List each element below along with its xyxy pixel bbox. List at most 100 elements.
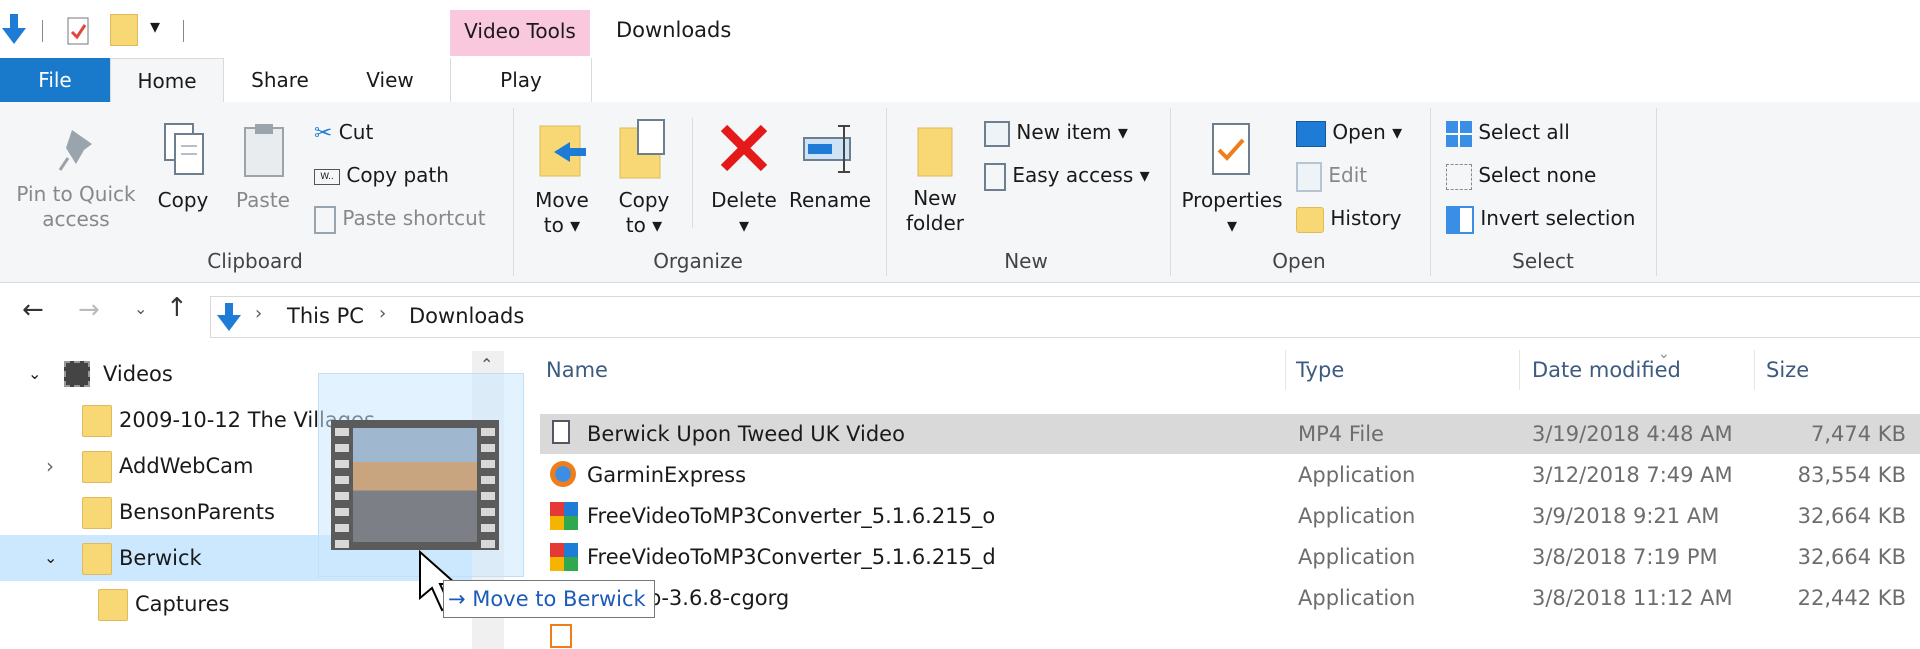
column-divider[interactable] [1754,350,1755,390]
history-label: History [1330,206,1402,230]
drag-tooltip-label: Move to Berwick [472,587,646,611]
new-folder-icon [917,127,953,177]
rename-button[interactable]: Rename [788,120,872,213]
delete-button[interactable]: Delete ▾ [708,120,780,238]
pdf-file-icon [550,624,572,648]
file-date: 3/8/2018 7:19 PM [1532,545,1718,569]
file-date: 3/8/2018 11:12 AM [1532,586,1733,610]
file-name: GarminExpress [587,463,747,487]
file-size: 22,442 KB [1797,586,1906,610]
breadcrumb-downloads[interactable]: Downloads [409,304,524,328]
invert-selection-icon [1446,205,1474,234]
copy-to-button[interactable]: Copy to ▾ [612,116,676,238]
delete-dropdown-icon: ▾ [738,213,750,237]
new-folder-qat-icon[interactable] [110,14,138,46]
copy-button[interactable]: Copy [150,120,216,213]
expanded-chevron-icon[interactable]: ⌄ [44,535,57,581]
rename-label: Rename [788,188,872,212]
invert-selection-button[interactable]: Invert selection [1446,200,1635,236]
file-type: Application [1298,504,1416,528]
tab-share[interactable]: Share [225,58,335,102]
video-tools-label: Video Tools [450,10,590,56]
breadcrumb-this-pc[interactable]: This PC [287,304,364,328]
column-divider[interactable] [1519,350,1520,390]
copy-path-button[interactable]: W.. Copy path [314,157,449,193]
nav-item-label: Videos [103,362,173,386]
column-header-type[interactable]: Type [1296,358,1344,382]
properties-button[interactable]: Properties ▾ [1180,120,1284,238]
tab-play[interactable]: Play [450,58,592,102]
file-row[interactable]: FreeVideoToMP3Converter_5.1.6.215_o Appl… [540,496,1920,536]
window-title: Downloads [616,18,732,42]
customize-qat-icon[interactable]: ▾ [150,14,160,38]
downloads-arrow-icon [217,303,241,331]
history-button[interactable]: History [1296,200,1402,236]
file-type: Application [1298,545,1416,569]
new-folder-button[interactable]: New folder [900,124,970,236]
group-separator [886,108,887,276]
file-name: FreeVideoToMP3Converter_5.1.6.215_d [587,545,996,569]
open-button[interactable]: Open ▾ [1296,114,1402,150]
open-icon [1296,120,1326,147]
easy-access-label: Easy access ▾ [1012,163,1150,187]
column-header-size[interactable]: Size [1766,358,1809,382]
column-header-date-modified[interactable]: Date modified [1532,358,1681,382]
tab-view[interactable]: View [335,58,445,102]
tab-home[interactable]: Home [110,58,224,104]
cut-button[interactable]: ✂ Cut [314,114,373,150]
collapsed-chevron-icon[interactable]: › [46,443,54,489]
folder-icon [82,543,112,575]
new-item-button[interactable]: New item ▾ [984,114,1128,150]
file-row[interactable]: Berwick Upon Tweed UK Video MP4 File 3/1… [540,414,1920,454]
edit-button[interactable]: Edit [1296,157,1367,193]
drag-ghost [318,373,524,577]
file-row[interactable]: GarminExpress Application 3/12/2018 7:49… [540,455,1920,495]
easy-access-button[interactable]: Easy access ▾ [984,157,1150,193]
select-none-label: Select none [1478,163,1597,187]
select-none-button[interactable]: Select none [1446,157,1596,193]
nav-item-label: Berwick [119,546,202,570]
paste-shortcut-button[interactable]: Paste shortcut [314,200,486,236]
select-all-label: Select all [1478,120,1570,144]
folder-icon [82,405,112,437]
file-date: 3/12/2018 7:49 AM [1532,463,1733,487]
properties-icon [1212,123,1250,175]
nav-item-label: BensonParents [119,500,275,524]
garmin-app-icon [550,461,576,487]
select-all-button[interactable]: Select all [1446,114,1570,150]
properties-qat-icon[interactable] [66,14,92,46]
select-none-icon [1446,163,1472,190]
file-name: p-3.6.8-cgorg [648,586,790,610]
paste-icon [244,124,284,177]
file-row[interactable]: p-3.6.8-cgorg Application 3/8/2018 11:12… [540,578,1920,618]
delete-x-icon [720,124,768,172]
invert-selection-label: Invert selection [1480,206,1636,230]
recent-locations-chevron-icon[interactable]: ⌄ [134,299,147,318]
paste-label: Paste [236,188,290,212]
quick-access-down-arrow-icon[interactable] [0,12,28,46]
column-header-name[interactable]: Name [546,358,608,382]
breadcrumb-chevron-icon[interactable]: › [379,303,386,324]
move-to-label: Move [535,188,589,212]
group-separator [1170,108,1171,276]
address-bar[interactable]: › This PC › Downloads [210,296,1920,338]
film-strip-right [481,420,495,550]
scroll-up-arrow-icon[interactable]: ⌃ [480,355,493,374]
up-arrow-icon[interactable]: ↑ [166,293,188,323]
back-arrow-icon[interactable]: ← [22,295,44,325]
expanded-chevron-icon[interactable]: ⌄ [28,351,41,397]
ribbon: Pin to Quick access Copy Paste ✂ Cut W..… [0,102,1920,283]
paste-button[interactable]: Paste [228,120,298,213]
paste-shortcut-label: Paste shortcut [342,206,486,230]
breadcrumb-chevron-icon[interactable]: › [255,303,262,324]
new-folder-label-2: folder [905,211,965,235]
pin-to-quick-access-button[interactable]: Pin to Quick access [8,126,144,232]
copy-path-label: Copy path [346,163,449,187]
forward-arrow-icon[interactable]: → [78,295,100,325]
file-row-partial[interactable] [540,620,1920,649]
file-row[interactable]: FreeVideoToMP3Converter_5.1.6.215_d Appl… [540,537,1920,577]
tab-file[interactable]: File [0,58,110,102]
column-divider[interactable] [1285,350,1286,390]
select-group-label: Select [1512,249,1574,273]
move-to-button[interactable]: Move to ▾ [530,120,594,238]
